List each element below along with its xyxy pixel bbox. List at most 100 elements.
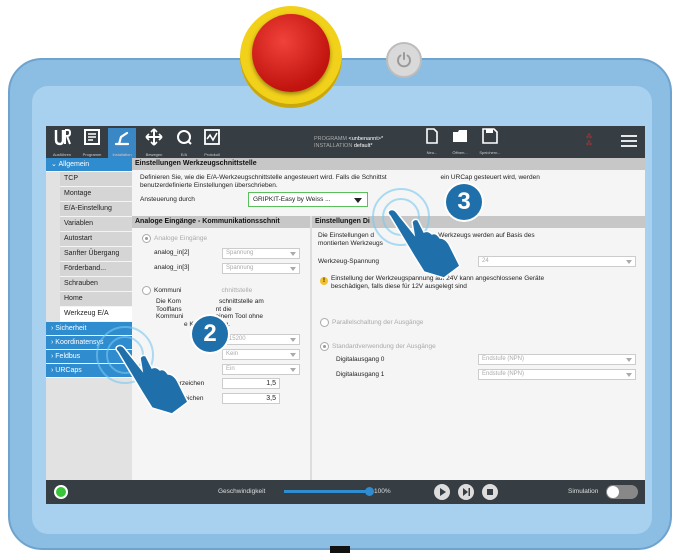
- save-button-label: Speichern...: [479, 150, 501, 155]
- digital-out1-value: Endstufe (NPN): [482, 371, 525, 377]
- comm-desc-3a: Kommuni: [156, 313, 184, 320]
- stop-bits-dropdown[interactable]: Ein: [222, 364, 300, 375]
- run-tab[interactable]: Ausführen: [48, 128, 76, 158]
- chevron-down-icon: [626, 260, 632, 264]
- sidebar-section-features-label: Koordinatensys: [55, 339, 104, 346]
- simulation-toggle-knob: [607, 486, 619, 498]
- analog-inputs-radio[interactable]: [142, 234, 151, 243]
- bottom-bar: Geschwindigkeit 100% Simulation: [46, 480, 645, 504]
- open-button[interactable]: Öffnen...: [446, 128, 474, 158]
- analog-comm-header: Analoge Eingänge - Kommunikationsschnit: [132, 216, 310, 228]
- top-toolbar: Ausführen Programm Installation Bewegen …: [46, 126, 645, 158]
- log-graph-icon: [204, 129, 220, 145]
- new-button[interactable]: Neu...: [418, 128, 446, 158]
- io-tab-label: E/A: [180, 152, 188, 157]
- sidebar-item-mounting[interactable]: Montage: [60, 187, 132, 202]
- comm-desc-2a: Toolflans: [156, 305, 182, 313]
- move-tab-label: Bewegen: [145, 152, 163, 157]
- digital-out0-dropdown[interactable]: Endstufe (NPN): [478, 354, 636, 365]
- play-icon: [440, 488, 446, 496]
- speed-slider-thumb[interactable]: [365, 487, 374, 496]
- chevron-down-icon: [290, 252, 296, 256]
- description-line1: Definieren Sie, wie die E/A-Werkzeugschn…: [140, 174, 387, 181]
- stop-button[interactable]: [482, 484, 498, 500]
- digital-out1-dropdown[interactable]: Endstufe (NPN): [478, 369, 636, 380]
- robot-status-indicator[interactable]: [54, 485, 68, 499]
- sidebar-section-safety-label: Sicherheit: [55, 325, 87, 332]
- speed-slider[interactable]: [284, 487, 374, 496]
- step-icon: [463, 488, 470, 496]
- analog-in3-dropdown[interactable]: Spannung: [222, 263, 300, 274]
- rx-idle-field[interactable]: 1,5: [222, 378, 280, 389]
- comm-desc-1b: schnittstelle am: [218, 298, 264, 305]
- sidebar-section-urcaps-label: URCaps: [55, 367, 82, 374]
- pointing-hand-icon: [387, 208, 461, 279]
- digital-desc-1a: Die Einstellungen d: [318, 232, 375, 239]
- move-tab[interactable]: Bewegen: [140, 128, 168, 158]
- step-button[interactable]: [458, 484, 474, 500]
- ur-logo-icon: [54, 129, 72, 146]
- robot-arm-icon: [114, 131, 130, 146]
- analog-in2-dropdown[interactable]: Spannung: [222, 248, 300, 259]
- program-label: PROGRAMM: [314, 136, 347, 142]
- stop-bits-value: Ein: [226, 366, 235, 372]
- tool-voltage-dropdown[interactable]: 24: [478, 256, 636, 267]
- control-by-dropdown[interactable]: GRIPKIT-Easy by Weiss ...: [248, 192, 368, 207]
- voltage-warning-line2: beschädigen, falls diese für 12V ausgele…: [331, 283, 467, 290]
- chevron-down-icon: [626, 373, 632, 377]
- log-tab-label: Protokoll: [204, 152, 220, 157]
- voltage-warning: Einstellung der Werkzeugspannung auf 24V…: [331, 275, 636, 291]
- sidebar-item-variables[interactable]: Variablen: [60, 217, 132, 232]
- standard-outputs-radio[interactable]: [320, 342, 329, 351]
- analog-in3-value: Spannung: [226, 265, 254, 271]
- speed-value: 100%: [374, 488, 391, 495]
- installation-tab[interactable]: Installation: [108, 128, 136, 158]
- sidebar-section-fieldbus-label: Feldbus: [55, 353, 81, 360]
- tx-idle-field[interactable]: 3,5: [222, 393, 280, 404]
- comm-interface-label-start: Kommuni: [154, 287, 182, 294]
- hamburger-menu-button[interactable]: [620, 134, 638, 148]
- folder-icon: [453, 130, 467, 142]
- pointing-hand-icon: [115, 344, 189, 415]
- sidebar-item-tool-io[interactable]: Werkzeug E/A: [60, 307, 132, 322]
- io-tab[interactable]: E/A: [170, 128, 198, 158]
- baud-rate-value: 115200: [226, 336, 246, 342]
- parallel-outputs-radio[interactable]: [320, 318, 329, 327]
- pendant-screen: Ausführen Programm Installation Bewegen …: [46, 126, 645, 504]
- sidebar-section-general-label: Allgemein: [58, 161, 90, 168]
- sidebar-item-smooth-transition[interactable]: Sanfter Übergang: [60, 247, 132, 262]
- play-button[interactable]: [434, 484, 450, 500]
- sidebar-section-general[interactable]: ⌄ Allgemein: [46, 158, 132, 172]
- sidebar-item-conveyor[interactable]: Förderband...: [60, 262, 132, 277]
- new-file-icon: [426, 128, 438, 144]
- comm-interface-radio[interactable]: [142, 286, 151, 295]
- tool-interface-header: Einstellungen Werkzeugschnittstelle: [132, 158, 645, 170]
- open-button-label: Öffnen...: [452, 150, 468, 155]
- sidebar-item-autostart[interactable]: Autostart: [60, 232, 132, 247]
- sidebar-item-screwing[interactable]: Schrauben: [60, 277, 132, 292]
- sidebar-item-home[interactable]: Home: [60, 292, 132, 307]
- emergency-stop-button[interactable]: [252, 14, 330, 92]
- program-tab[interactable]: Programm: [78, 128, 106, 158]
- program-tab-label: Programm: [82, 152, 102, 157]
- new-button-label: Neu...: [426, 150, 438, 155]
- chevron-down-icon: [626, 358, 632, 362]
- speed-slider-fill: [284, 490, 370, 493]
- power-button[interactable]: [386, 42, 422, 78]
- analog-in2-label: analog_in[2]: [154, 249, 190, 256]
- power-icon: [397, 52, 411, 68]
- parity-dropdown[interactable]: Kein: [222, 349, 300, 360]
- baud-rate-dropdown[interactable]: 115200: [222, 334, 300, 345]
- move-arrows-icon: [145, 128, 163, 146]
- panel-divider: [310, 216, 312, 480]
- chevron-down-icon: [354, 198, 362, 203]
- sidebar-item-tcp[interactable]: TCP: [60, 172, 132, 187]
- installation-sidebar: ⌄ Allgemein TCP Montage E/A-Einstellung …: [46, 158, 132, 480]
- comm-desc-2b: nt die: [215, 305, 232, 313]
- log-tab[interactable]: Protokoll: [198, 128, 226, 158]
- tool-interface-description: Definieren Sie, wie die E/A-Werkzeugschn…: [140, 174, 640, 190]
- save-button[interactable]: Speichern...: [476, 128, 504, 158]
- analog-in3-label: analog_in[3]: [154, 264, 190, 271]
- sidebar-item-io-setup[interactable]: E/A-Einstellung: [60, 202, 132, 217]
- simulation-toggle[interactable]: [606, 485, 638, 499]
